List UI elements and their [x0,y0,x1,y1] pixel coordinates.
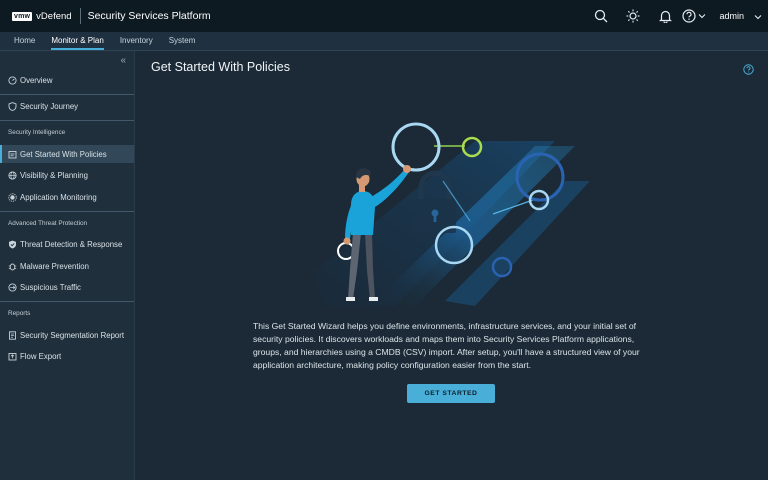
wizard-description: This Get Started Wizard helps you define… [253,321,640,370]
sidebar-divider [0,94,134,95]
tab-system[interactable]: System [161,31,204,50]
sidebar: « Overview Security Journey Security Int… [0,51,135,480]
policy-icon [8,150,17,159]
sidebar-item-label: Overview [20,75,53,85]
dashboard-icon [8,75,17,85]
sidebar-divider [0,120,134,121]
sidebar-item-malware-prevention[interactable]: Malware Prevention [0,257,134,275]
globe-icon [8,170,17,180]
sidebar-item-get-started[interactable]: Get Started With Policies [0,145,134,163]
sidebar-item-visibility-planning[interactable]: Visibility & Planning [0,166,134,184]
sidebar-item-label: Malware Prevention [20,261,89,271]
brand-name: vDefend [36,10,72,22]
chevron-down-icon [699,14,706,19]
bug-icon [8,262,17,271]
sidebar-section-security-intelligence: Security Intelligence [8,129,66,136]
sidebar-item-label: Security Journey [20,101,79,111]
user-menu[interactable]: admin [719,11,744,21]
sidebar-divider [0,211,134,212]
policy-illustration [315,122,590,306]
sidebar-item-label: Get Started With Policies [20,149,107,159]
report-icon [8,330,17,340]
sidebar-item-label: Application Monitoring [20,192,97,202]
sidebar-item-label: Threat Detection & Response [20,239,123,249]
main-content: Get Started With Policies This Get Start… [135,51,768,480]
node-circle [391,122,441,172]
gear-icon [8,192,17,202]
sidebar-item-overview[interactable]: Overview [0,71,134,89]
page-help-icon[interactable] [743,62,754,80]
sidebar-item-label: Suspicious Traffic [20,282,81,292]
primary-nav: Home Monitor & Plan Inventory System [0,32,768,51]
traffic-icon [8,282,17,292]
user-chevron-down-icon[interactable] [754,7,762,25]
brand-divider [79,8,81,24]
export-icon [8,352,17,361]
bell-icon[interactable] [649,0,681,32]
help-icon [682,9,697,23]
sidebar-item-segmentation-report[interactable]: Security Segmentation Report [0,326,134,344]
sidebar-item-suspicious-traffic[interactable]: Suspicious Traffic [0,278,134,296]
tab-home[interactable]: Home [0,31,43,50]
help-menu[interactable] [681,0,707,32]
sidebar-item-flow-export[interactable]: Flow Export [0,347,134,365]
shield-check-icon [8,240,17,249]
vmware-logo: vmw [12,11,33,21]
sidebar-item-security-journey[interactable]: Security Journey [0,97,134,115]
tab-inventory[interactable]: Inventory [112,31,161,50]
sidebar-item-application-monitoring[interactable]: Application Monitoring [0,188,134,206]
shield-icon [8,101,17,111]
page-title: Get Started With Policies [151,60,290,74]
sidebar-item-label: Security Segmentation Report [20,330,125,340]
top-header: vmw vDefend Security Services Platform a… [0,0,768,32]
brand[interactable]: vmw vDefend Security Services Platform [0,0,211,32]
app-title: Security Services Platform [87,10,211,22]
sidebar-item-threat-detection[interactable]: Threat Detection & Response [0,235,134,253]
sidebar-divider [0,301,134,302]
get-started-button[interactable]: GET STARTED [407,384,495,403]
sidebar-section-reports: Reports [8,310,31,317]
search-icon[interactable] [585,0,617,32]
collapse-sidebar-icon[interactable]: « [120,55,126,66]
header-actions: admin [585,0,768,32]
sidebar-item-label: Visibility & Planning [20,170,88,180]
tab-monitor-plan[interactable]: Monitor & Plan [43,31,111,50]
sidebar-section-advanced-threat: Advanced Threat Protection [8,220,88,227]
sidebar-item-label: Flow Export [20,351,62,361]
theme-icon[interactable] [617,0,649,32]
